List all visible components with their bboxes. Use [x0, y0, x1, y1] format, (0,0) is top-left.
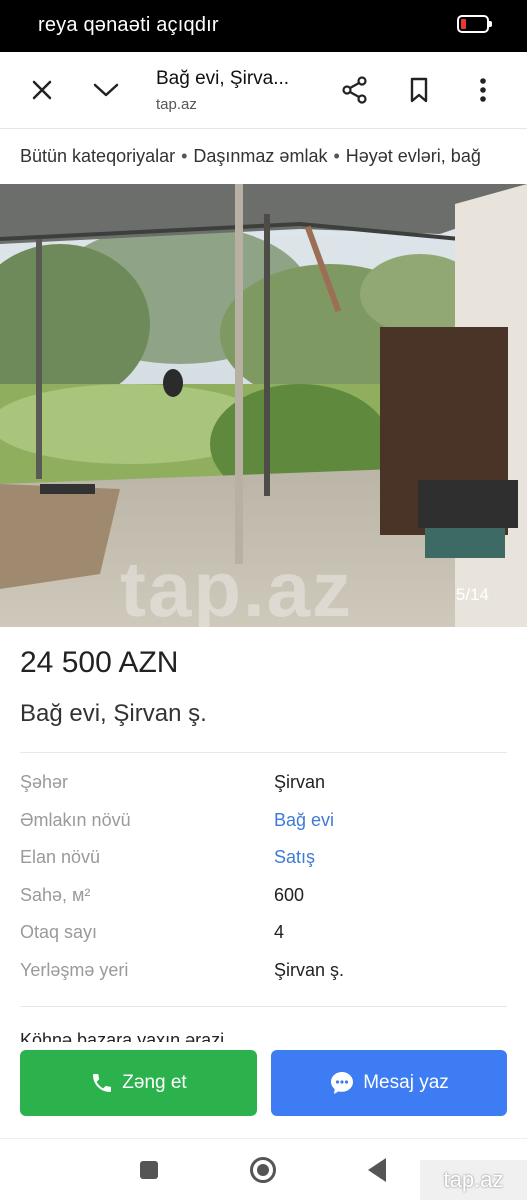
property-label: Yerləşmə yeri: [20, 959, 129, 980]
page-url[interactable]: tap.az: [156, 96, 197, 113]
battery-low-icon: [457, 15, 492, 33]
divider: [20, 1006, 507, 1007]
chat-bubble-icon: [331, 1072, 354, 1094]
back-icon[interactable]: [368, 1158, 386, 1182]
property-label: Elan növü: [20, 847, 101, 868]
status-bar: reya qənaəti açıqdır: [0, 0, 527, 52]
property-row: Elan növü Satış: [20, 843, 507, 881]
divider: [20, 752, 507, 753]
recents-icon[interactable]: [140, 1161, 158, 1179]
property-row: Əmlakın növü Bağ evi: [20, 806, 507, 844]
breadcrumb-item[interactable]: Daşınmaz əmlak: [193, 146, 327, 166]
message-button[interactable]: Mesaj yaz: [271, 1050, 507, 1116]
home-icon[interactable]: [250, 1157, 276, 1183]
property-value-link[interactable]: Satış: [274, 847, 315, 868]
property-value-link[interactable]: Bağ evi: [274, 810, 334, 831]
phone-icon: [93, 1074, 112, 1092]
photo-counter: 5/14: [455, 585, 489, 604]
system-nav-bar: tap.az: [0, 1138, 527, 1200]
property-label: Əmlakın növü: [20, 809, 131, 830]
page-title[interactable]: Bağ evi, Şirva...: [156, 68, 289, 90]
listing-photo[interactable]: tap.az 5/14: [0, 184, 527, 627]
listing-title: Bağ evi, Şirvan ş.: [20, 700, 207, 727]
share-icon[interactable]: [333, 68, 377, 112]
property-row: Otaq sayı 4: [20, 918, 507, 956]
property-label: Otaq sayı: [20, 922, 98, 943]
breadcrumb: Bütün kateqoriyalar • Daşınmaz əmlak • Həyət…: [0, 128, 527, 184]
properties-table: Şəhər Şirvan Əmlakın növü Bağ evi Elan n…: [20, 768, 507, 994]
breadcrumb-item[interactable]: Həyət evləri, bağ: [346, 146, 481, 166]
status-text: reya qənaəti açıqdır: [38, 14, 219, 36]
browser-toolbar: Bağ evi, Şirva... tap.az: [0, 52, 527, 128]
chevron-down-icon[interactable]: [84, 68, 128, 112]
property-row: Şəhər Şirvan: [20, 768, 507, 806]
property-value: Şirvan: [274, 772, 326, 792]
property-row: Yerləşmə yeri Şirvan ş.: [20, 956, 507, 994]
breadcrumb-item[interactable]: Bütün kateqoriyalar: [20, 146, 175, 166]
listing-price: 24 500 AZN: [20, 646, 179, 679]
message-button-label: Mesaj yaz: [363, 1072, 449, 1093]
breadcrumb-separator: •: [181, 146, 188, 166]
property-label: Sahə, м²: [20, 884, 91, 905]
property-value: Şirvan ş.: [274, 959, 345, 980]
property-row: Sahə, м² 600: [20, 881, 507, 919]
property-value: 600: [274, 884, 305, 905]
close-icon[interactable]: [20, 68, 64, 112]
breadcrumb-separator: •: [333, 146, 340, 166]
call-button[interactable]: Zəng et: [20, 1050, 257, 1116]
bookmark-icon[interactable]: [397, 68, 441, 112]
call-button-label: Zəng et: [122, 1072, 187, 1093]
property-value: 4: [274, 922, 285, 943]
photo-watermark: tap.az: [120, 545, 354, 627]
action-bar: Zəng et Mesaj yaz: [0, 1042, 527, 1138]
more-vertical-icon[interactable]: [461, 68, 505, 112]
corner-watermark: tap.az: [420, 1160, 527, 1200]
property-label: Şəhər: [20, 772, 69, 792]
